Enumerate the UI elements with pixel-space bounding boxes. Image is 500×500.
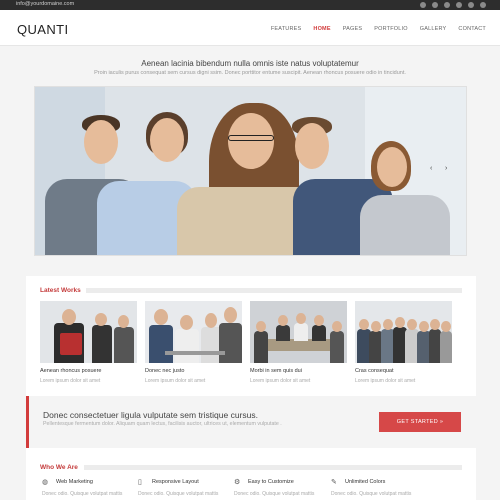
site-logo[interactable]: QUANTI [17, 22, 69, 37]
mobile-icon: ▯ [138, 479, 142, 486]
work-item[interactable]: Aenean rhoncus posuere Lorem ipsum dolor… [40, 301, 137, 384]
section-divider [84, 465, 462, 470]
work-subtitle: Lorem ipsum dolor sit amet [145, 378, 206, 384]
vimeo-icon[interactable] [468, 2, 474, 8]
work-item[interactable]: Morbi in sem quis dui Lorem ipsum dolor … [250, 301, 347, 384]
slider-next-icon[interactable]: › [445, 165, 447, 172]
social-links [420, 2, 486, 8]
linkedin-icon[interactable] [456, 2, 462, 8]
content-panel: Latest Works Aenean rhoncus posuere Lore… [26, 276, 476, 500]
work-subtitle: Lorem ipsum dolor sit amet [40, 378, 101, 384]
feature-item: ◍ Web Marketing [42, 478, 93, 486]
top-bar: info@yourdomaine.com [0, 0, 500, 10]
work-subtitle: Lorem ipsum dolor sit amet [250, 378, 311, 384]
nav-portfolio[interactable]: PORTFOLIO [374, 26, 407, 32]
nav-home[interactable]: HOME [313, 26, 330, 32]
work-thumbnail[interactable] [145, 301, 242, 363]
who-we-are-title: Who We Are [40, 464, 78, 471]
feature-label: Easy to Customize [248, 479, 294, 485]
cta-title: Donec consectetuer ligula vulputate sem … [43, 410, 258, 420]
feature-description: Donec odio. Quisque volutpat mattis [138, 491, 219, 497]
main-nav: FEATURES HOME PAGES PORTFOLIO GALLERY CO… [271, 26, 486, 32]
intro-title: Aenean lacinia bibendum nulla omnis iste… [141, 59, 359, 68]
nav-gallery[interactable]: GALLERY [420, 26, 447, 32]
work-title[interactable]: Cras consequat [355, 368, 452, 374]
feature-item: ✎ Unlimited Colors [331, 478, 385, 486]
feature-description: Donec odio. Quisque volutpat mattis [234, 491, 315, 497]
twitter-icon[interactable] [432, 2, 438, 8]
section-divider [86, 288, 462, 293]
work-thumbnail[interactable] [40, 301, 137, 363]
contact-email[interactable]: info@yourdomaine.com [16, 1, 74, 7]
facebook-icon[interactable] [444, 2, 450, 8]
call-to-action: Donec consectetuer ligula vulputate sem … [26, 396, 476, 448]
work-thumbnail[interactable] [355, 301, 452, 363]
intro-subtitle: Proin iaculis purus consequat sem cursus… [94, 70, 406, 76]
work-subtitle: Lorem ipsum dolor sit amet [355, 378, 416, 384]
feature-item: ▯ Responsive Layout [138, 478, 199, 486]
feature-item: ⚙ Easy to Customize [234, 478, 294, 486]
work-item[interactable]: Donec nec justo Lorem ipsum dolor sit am… [145, 301, 242, 384]
rss-icon[interactable] [420, 2, 426, 8]
flickr-icon[interactable] [480, 2, 486, 8]
latest-works-title: Latest Works [40, 287, 81, 294]
work-title[interactable]: Donec nec justo [145, 368, 242, 374]
work-title[interactable]: Aenean rhoncus posuere [40, 368, 137, 374]
feature-label: Unlimited Colors [345, 479, 386, 485]
globe-icon: ◍ [42, 479, 49, 486]
nav-contact[interactable]: CONTACT [458, 26, 486, 32]
nav-features[interactable]: FEATURES [271, 26, 302, 32]
work-item[interactable]: Cras consequat Lorem ipsum dolor sit ame… [355, 301, 452, 384]
get-started-button[interactable]: GET STARTED » [379, 412, 461, 432]
work-title[interactable]: Morbi in sem quis dui [250, 368, 347, 374]
slider-prev-icon[interactable]: ‹ [430, 165, 432, 172]
hero-slider[interactable]: ‹ › [34, 86, 467, 256]
site-header: QUANTI FEATURES HOME PAGES PORTFOLIO GAL… [0, 10, 500, 46]
nav-pages[interactable]: PAGES [343, 26, 363, 32]
feature-description: Donec odio. Quisque volutpat mattis [331, 491, 412, 497]
brush-icon: ✎ [331, 479, 337, 486]
feature-label: Web Marketing [56, 479, 93, 485]
gear-icon: ⚙ [234, 479, 241, 486]
feature-description: Donec odio. Quisque volutpat mattis [42, 491, 123, 497]
work-thumbnail[interactable] [250, 301, 347, 363]
feature-label: Responsive Layout [152, 479, 199, 485]
cta-subtitle: Pellentesque fermentum dolor. Aliquam qu… [43, 421, 282, 427]
